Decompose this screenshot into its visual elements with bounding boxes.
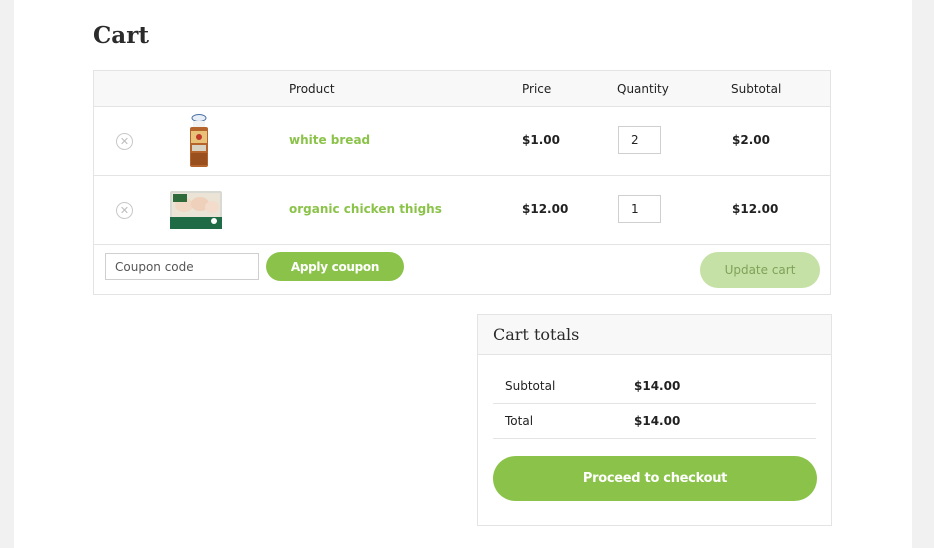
chicken-thighs-image[interactable] bbox=[170, 191, 222, 229]
subtotal-label: Subtotal bbox=[505, 379, 556, 393]
close-icon: ✕ bbox=[119, 204, 130, 217]
product-price: $1.00 bbox=[522, 133, 560, 147]
header-price: Price bbox=[522, 82, 552, 96]
product-link[interactable]: white bread bbox=[289, 133, 370, 147]
subtotal-value: $14.00 bbox=[634, 379, 681, 393]
product-subtotal: $2.00 bbox=[732, 133, 770, 147]
remove-item-button[interactable]: ✕ bbox=[116, 202, 133, 219]
cart-totals-header: Cart totals bbox=[478, 315, 831, 355]
remove-item-button[interactable]: ✕ bbox=[116, 133, 133, 150]
coupon-code-input[interactable] bbox=[105, 253, 259, 280]
header-subtotal: Subtotal bbox=[731, 82, 782, 96]
header-quantity: Quantity bbox=[617, 82, 669, 96]
totals-subtotal-row: Subtotal $14.00 bbox=[493, 369, 816, 404]
product-price: $12.00 bbox=[522, 202, 569, 216]
header-product: Product bbox=[289, 82, 335, 96]
total-label: Total bbox=[505, 414, 534, 428]
page-title: Cart bbox=[93, 22, 149, 49]
table-header: Product Price Quantity Subtotal bbox=[94, 71, 830, 107]
product-subtotal: $12.00 bbox=[732, 202, 779, 216]
proceed-to-checkout-button[interactable]: Proceed to checkout bbox=[493, 456, 817, 501]
cart-table: Product Price Quantity Subtotal ✕ white … bbox=[93, 70, 831, 295]
table-row: ✕ organic chicken thighs $12.00 $12.00 bbox=[94, 175, 830, 245]
total-value: $14.00 bbox=[634, 414, 681, 428]
close-icon: ✕ bbox=[119, 135, 130, 148]
totals-total-row: Total $14.00 bbox=[493, 404, 816, 439]
cart-page: Cart Product Price Quantity Subtotal ✕ w… bbox=[14, 0, 912, 548]
update-cart-button[interactable]: Update cart bbox=[700, 252, 820, 288]
cart-totals-title: Cart totals bbox=[493, 325, 580, 344]
cart-totals-panel: Cart totals Subtotal $14.00 Total $14.00… bbox=[477, 314, 832, 526]
quantity-input[interactable] bbox=[618, 126, 661, 154]
table-row: ✕ white bread $1.00 $2.00 bbox=[94, 106, 830, 176]
product-link[interactable]: organic chicken thighs bbox=[289, 202, 442, 216]
apply-coupon-button[interactable]: Apply coupon bbox=[266, 252, 404, 281]
quantity-input[interactable] bbox=[618, 195, 661, 223]
white-bread-image[interactable] bbox=[186, 113, 212, 169]
